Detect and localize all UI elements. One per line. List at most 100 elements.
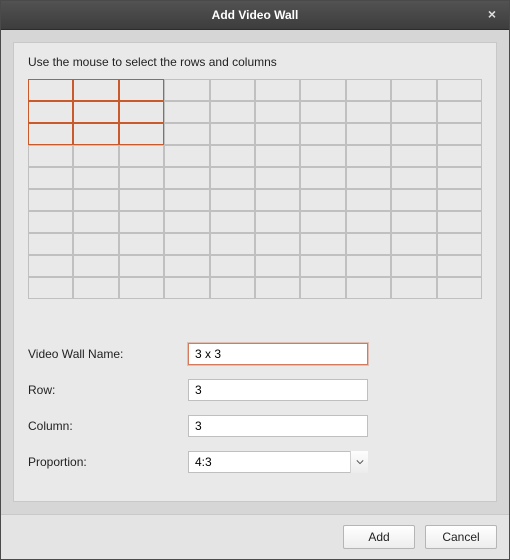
grid-cell[interactable] bbox=[255, 189, 300, 211]
grid-cell[interactable] bbox=[300, 145, 345, 167]
grid-cell[interactable] bbox=[28, 145, 73, 167]
grid-cell[interactable] bbox=[346, 211, 391, 233]
grid-cell[interactable] bbox=[391, 189, 436, 211]
proportion-value[interactable] bbox=[188, 451, 368, 473]
grid-cell[interactable] bbox=[73, 189, 118, 211]
grid-cell[interactable] bbox=[119, 189, 164, 211]
video-wall-name-input[interactable] bbox=[188, 343, 368, 365]
grid-cell[interactable] bbox=[300, 79, 345, 101]
column-input[interactable] bbox=[188, 415, 368, 437]
grid-cell[interactable] bbox=[437, 101, 482, 123]
grid-cell[interactable] bbox=[346, 167, 391, 189]
grid-cell[interactable] bbox=[210, 255, 255, 277]
grid-cell[interactable] bbox=[119, 123, 164, 145]
grid-cell[interactable] bbox=[391, 211, 436, 233]
grid-cell[interactable] bbox=[210, 79, 255, 101]
grid-cell[interactable] bbox=[391, 167, 436, 189]
proportion-select[interactable] bbox=[188, 451, 368, 473]
grid-cell[interactable] bbox=[300, 101, 345, 123]
grid-cell[interactable] bbox=[119, 211, 164, 233]
grid-cell[interactable] bbox=[437, 79, 482, 101]
grid-cell[interactable] bbox=[255, 255, 300, 277]
grid-cell[interactable] bbox=[437, 255, 482, 277]
grid-cell[interactable] bbox=[119, 255, 164, 277]
grid-cell[interactable] bbox=[164, 233, 209, 255]
grid-cell[interactable] bbox=[164, 189, 209, 211]
close-button[interactable]: × bbox=[483, 5, 501, 23]
grid-cell[interactable] bbox=[346, 189, 391, 211]
grid-cell[interactable] bbox=[391, 101, 436, 123]
cancel-button[interactable]: Cancel bbox=[425, 525, 497, 549]
grid-cell[interactable] bbox=[164, 145, 209, 167]
grid-cell[interactable] bbox=[346, 145, 391, 167]
grid-cell[interactable] bbox=[164, 211, 209, 233]
grid-cell[interactable] bbox=[255, 277, 300, 299]
grid-cell[interactable] bbox=[391, 145, 436, 167]
grid-cell[interactable] bbox=[164, 101, 209, 123]
grid-cell[interactable] bbox=[164, 277, 209, 299]
grid-cell[interactable] bbox=[437, 233, 482, 255]
row-input[interactable] bbox=[188, 379, 368, 401]
grid-cell[interactable] bbox=[391, 233, 436, 255]
grid-cell[interactable] bbox=[73, 123, 118, 145]
grid-cell[interactable] bbox=[437, 189, 482, 211]
grid-cell[interactable] bbox=[73, 167, 118, 189]
grid-cell[interactable] bbox=[346, 101, 391, 123]
grid-cell[interactable] bbox=[346, 123, 391, 145]
grid-cell[interactable] bbox=[28, 189, 73, 211]
grid-cell[interactable] bbox=[119, 233, 164, 255]
grid-cell[interactable] bbox=[210, 189, 255, 211]
selection-grid[interactable] bbox=[28, 79, 482, 299]
grid-cell[interactable] bbox=[437, 123, 482, 145]
grid-cell[interactable] bbox=[255, 233, 300, 255]
grid-cell[interactable] bbox=[28, 101, 73, 123]
grid-cell[interactable] bbox=[391, 123, 436, 145]
grid-cell[interactable] bbox=[164, 255, 209, 277]
grid-cell[interactable] bbox=[255, 123, 300, 145]
grid-cell[interactable] bbox=[28, 79, 73, 101]
grid-cell[interactable] bbox=[346, 255, 391, 277]
grid-cell[interactable] bbox=[164, 167, 209, 189]
grid-cell[interactable] bbox=[28, 123, 73, 145]
grid-cell[interactable] bbox=[73, 79, 118, 101]
add-button[interactable]: Add bbox=[343, 525, 415, 549]
grid-cell[interactable] bbox=[437, 145, 482, 167]
grid-cell[interactable] bbox=[73, 211, 118, 233]
grid-cell[interactable] bbox=[346, 277, 391, 299]
grid-cell[interactable] bbox=[119, 167, 164, 189]
grid-cell[interactable] bbox=[300, 123, 345, 145]
grid-cell[interactable] bbox=[210, 145, 255, 167]
grid-cell[interactable] bbox=[300, 211, 345, 233]
grid-cell[interactable] bbox=[164, 79, 209, 101]
grid-cell[interactable] bbox=[28, 233, 73, 255]
grid-cell[interactable] bbox=[210, 167, 255, 189]
grid-cell[interactable] bbox=[119, 79, 164, 101]
grid-cell[interactable] bbox=[346, 79, 391, 101]
grid-cell[interactable] bbox=[437, 211, 482, 233]
grid-cell[interactable] bbox=[73, 145, 118, 167]
grid-cell[interactable] bbox=[210, 101, 255, 123]
grid-cell[interactable] bbox=[210, 211, 255, 233]
grid-cell[interactable] bbox=[300, 189, 345, 211]
grid-cell[interactable] bbox=[119, 101, 164, 123]
grid-cell[interactable] bbox=[300, 167, 345, 189]
grid-cell[interactable] bbox=[255, 167, 300, 189]
grid-cell[interactable] bbox=[391, 79, 436, 101]
grid-cell[interactable] bbox=[73, 233, 118, 255]
grid-cell[interactable] bbox=[300, 277, 345, 299]
grid-cell[interactable] bbox=[255, 101, 300, 123]
grid-cell[interactable] bbox=[119, 277, 164, 299]
grid-cell[interactable] bbox=[73, 277, 118, 299]
grid-cell[interactable] bbox=[28, 167, 73, 189]
grid-cell[interactable] bbox=[300, 255, 345, 277]
grid-cell[interactable] bbox=[255, 79, 300, 101]
grid-cell[interactable] bbox=[210, 277, 255, 299]
grid-cell[interactable] bbox=[73, 255, 118, 277]
grid-cell[interactable] bbox=[28, 211, 73, 233]
grid-cell[interactable] bbox=[437, 277, 482, 299]
grid-cell[interactable] bbox=[437, 167, 482, 189]
grid-cell[interactable] bbox=[391, 255, 436, 277]
grid-cell[interactable] bbox=[300, 233, 345, 255]
grid-cell[interactable] bbox=[346, 233, 391, 255]
grid-cell[interactable] bbox=[210, 233, 255, 255]
